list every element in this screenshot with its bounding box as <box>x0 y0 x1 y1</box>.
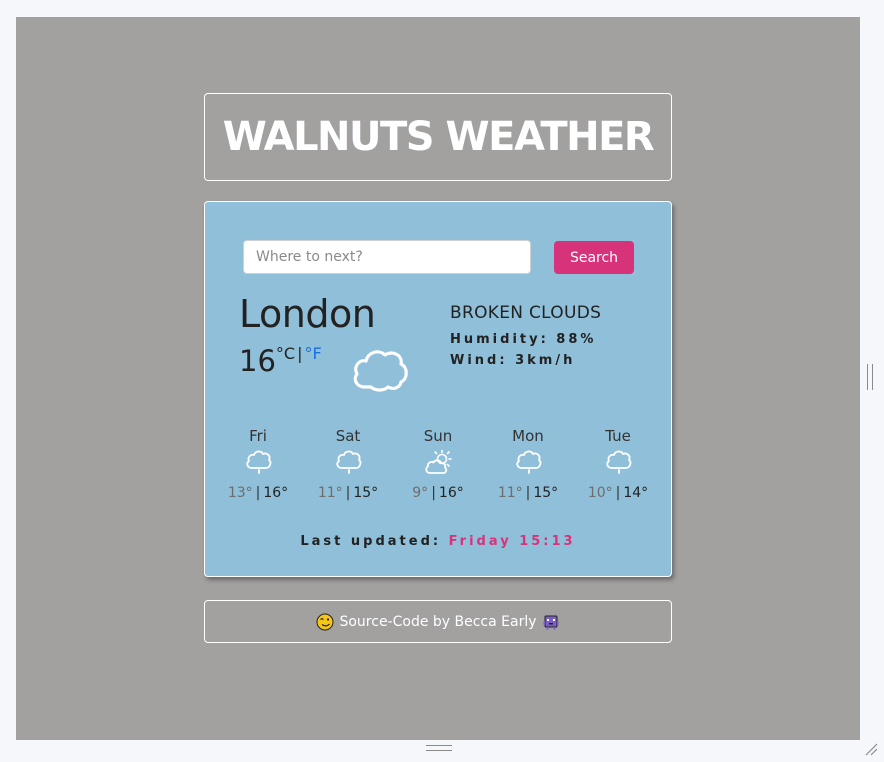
forecast-temps: 9° | 16° <box>412 485 463 501</box>
forecast-temps: 11° | 15° <box>318 485 378 501</box>
footer: Source-Code by Becca Early <box>204 600 672 643</box>
forecast-separator: | <box>615 485 621 501</box>
forecast-min: 9° <box>412 485 429 501</box>
forecast-separator: | <box>255 485 261 501</box>
last-updated: Last updated: Friday 15:13 <box>205 534 671 549</box>
temperature-row: 16°C | °F <box>239 344 322 378</box>
forecast-max: 16° <box>438 485 464 501</box>
forecast-separator: | <box>345 485 351 501</box>
cloud-rain-icon <box>606 450 632 474</box>
forecast-min: 13° <box>227 485 253 501</box>
forecast-list: Fri 13° | 16° Sat 11° | 15° Sun 9° | 16°… <box>213 427 663 501</box>
forecast-min: 11° <box>317 485 343 501</box>
forecast-max: 14° <box>623 485 649 501</box>
forecast-separator: | <box>431 485 436 501</box>
search-input[interactable] <box>243 240 531 274</box>
horizontal-resize-grip[interactable] <box>426 745 452 751</box>
cloud-rain-icon <box>246 450 272 474</box>
current-temperature: 16 <box>239 344 276 378</box>
search-button[interactable]: Search <box>554 241 634 274</box>
forecast-temps: 13° | 16° <box>228 485 288 501</box>
forecast-day: Mon 11° | 15° <box>483 427 573 501</box>
wink-face-icon <box>316 613 334 630</box>
cloud-rain-icon <box>516 450 542 474</box>
source-code-link[interactable]: Source-Code by Becca Early <box>339 614 536 630</box>
resize-handle-icon[interactable] <box>864 742 878 756</box>
app-title: WALNUTS WEATHER <box>222 114 655 160</box>
forecast-day: Fri 13° | 16° <box>213 427 303 501</box>
fahrenheit-link[interactable]: °F <box>304 344 321 363</box>
forecast-day-name: Mon <box>512 427 544 445</box>
forecast-separator: | <box>525 485 531 501</box>
vertical-resize-grip[interactable] <box>867 364 873 390</box>
wind-speed: Wind: 3km/h <box>450 353 576 368</box>
forecast-day-name: Sun <box>423 427 453 445</box>
celsius-unit[interactable]: °C <box>276 344 295 363</box>
forecast-max: 15° <box>533 485 559 501</box>
weather-card: Search London 16°C|°F BROKEN CLOUDS Humi… <box>204 201 672 577</box>
forecast-max: 15° <box>353 485 379 501</box>
forecast-min: 11° <box>497 485 523 501</box>
alien-monster-icon <box>543 615 559 629</box>
cloud-icon <box>353 350 408 392</box>
partly-cloudy-icon <box>425 449 452 474</box>
forecast-day-name: Fri <box>249 427 267 445</box>
forecast-temps: 10° | 14° <box>588 485 648 501</box>
forecast-day-name: Sat <box>335 427 361 445</box>
humidity: Humidity: 88% <box>450 332 597 347</box>
forecast-min: 10° <box>587 485 613 501</box>
forecast-day-name: Tue <box>605 427 631 445</box>
cloud-rain-icon <box>336 450 362 474</box>
unit-separator: | <box>297 344 303 363</box>
forecast-day: Sat 11° | 15° <box>303 427 393 501</box>
weather-description: BROKEN CLOUDS <box>450 303 602 323</box>
forecast-max: 16° <box>263 485 289 501</box>
last-updated-label: Last updated: <box>300 534 442 549</box>
forecast-temps: 11° | 15° <box>498 485 558 501</box>
city-name: London <box>239 292 376 336</box>
forecast-day: Sun 9° | 16° <box>393 427 483 501</box>
last-updated-time: Friday 15:13 <box>448 534 576 549</box>
title-banner: WALNUTS WEATHER <box>204 93 672 181</box>
forecast-day: Tue 10° | 14° <box>573 427 663 501</box>
